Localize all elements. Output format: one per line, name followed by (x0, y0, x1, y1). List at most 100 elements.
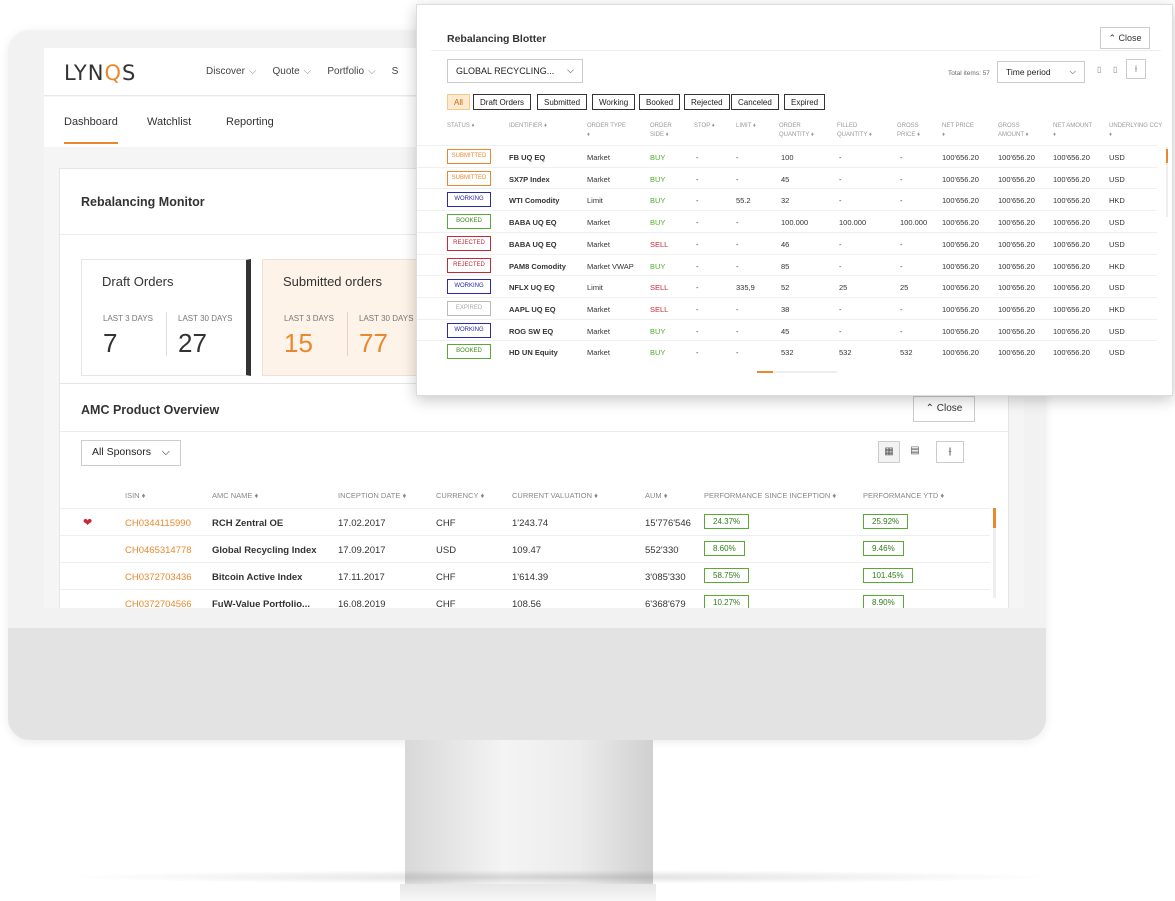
stop: - (696, 196, 699, 206)
table-row[interactable]: WORKING WTI Comodity Limit BUY - 55.2 32 - - 100'… (417, 188, 1157, 210)
nav-more[interactable]: S (392, 66, 399, 77)
horizontal-scrollbar[interactable] (757, 371, 837, 373)
filled-quantity: 100.000 (839, 218, 867, 228)
column-header[interactable]: ORDER SIDE ♦ (650, 122, 684, 140)
column-header[interactable]: ORDER TYPE ♦ (587, 122, 627, 140)
nav-quote[interactable]: Quote ⌵ (273, 66, 312, 77)
product-select[interactable]: GLOBAL RECYCLING... ⌵ (447, 59, 583, 83)
table-row[interactable]: WORKING ROG SW EQ Market BUY - - 45 - - 100'656.2… (417, 318, 1157, 341)
column-header[interactable]: NET PRICE ♦ (942, 122, 976, 140)
table-row[interactable]: REJECTED BABA UQ EQ Market SELL - - 46 - - 100'65… (417, 231, 1157, 254)
stat-title: Submitted orders (283, 274, 382, 289)
list-view-icon[interactable]: ▤ (904, 441, 926, 463)
column-header[interactable]: IDENTIFIER ♦ (509, 122, 547, 131)
gross-price: 100.000 (900, 218, 928, 228)
chevron-down-icon: ⌵ (567, 65, 574, 75)
column-header[interactable]: CURRENCY ♦ (436, 491, 484, 500)
filter-submitted[interactable]: Submitted (537, 94, 588, 110)
nav-portfolio[interactable]: Portfolio ⌵ (327, 66, 375, 77)
tab-watchlist[interactable]: Watchlist (147, 116, 191, 128)
heart-icon[interactable]: ❤ (83, 516, 92, 529)
nav-discover[interactable]: Discover ⌵ (206, 66, 257, 77)
table-row[interactable]: SUBMITTED SX7P Index Market BUY - - 45 - - 100'65… (417, 166, 1157, 189)
order-quantity: 532 (781, 348, 794, 358)
filter-working[interactable]: Working (592, 94, 636, 110)
close-button[interactable]: ⌃ Close (1100, 27, 1150, 49)
stop: - (696, 218, 699, 228)
filter-booked[interactable]: Booked (639, 94, 681, 110)
amc-name: Bitcoin Active Index (212, 572, 303, 583)
monitor-chin (8, 628, 1046, 740)
table-row[interactable]: REJECTED PAM8 Comodity Market VWAP BUY - - 85 -… (417, 253, 1157, 276)
column-header[interactable]: CURRENT VALUATION ♦ (512, 491, 598, 500)
limit: - (736, 348, 739, 358)
net-price: 100'656.20 (942, 304, 979, 314)
filter-expired[interactable]: Expired (784, 94, 826, 110)
limit: - (736, 239, 739, 249)
stop: - (696, 304, 699, 314)
tab-reporting[interactable]: Reporting (226, 116, 274, 128)
column-header[interactable]: ISIN ♦ (125, 491, 146, 500)
table-row[interactable]: EXPIRED AAPL UQ EQ Market SELL - - 38 - - 100'656… (417, 296, 1157, 319)
column-header[interactable]: PERFORMANCE SINCE INCEPTION ♦ (704, 491, 836, 500)
filter-rejected[interactable]: Rejected (684, 94, 730, 110)
order-quantity: 100.000 (781, 218, 809, 228)
isin-link[interactable]: CH0372703436 (125, 572, 192, 583)
column-header[interactable]: INCEPTION DATE ♦ (338, 491, 406, 500)
draft-orders-box[interactable]: Draft Orders LAST 3 DAYS LAST 30 DAYS 7 … (81, 259, 251, 376)
net-amount: 100'656.20 (1053, 174, 1090, 184)
document-icon[interactable]: ▯ (1113, 65, 1117, 74)
table-row[interactable]: CH0465314778 Global Recycling Index 17.0… (60, 535, 990, 562)
document-icon[interactable]: ▯ (1097, 65, 1101, 74)
column-header[interactable]: STOP ♦ (694, 122, 715, 131)
column-header[interactable]: FILLED QUANTITY ♦ (837, 122, 883, 140)
time-period-select[interactable]: Time period ⌵ (997, 61, 1085, 83)
column-header[interactable]: LIMIT ♦ (736, 122, 756, 131)
identifier: AAPL UQ EQ (509, 304, 556, 314)
column-header[interactable]: STATUS ♦ (447, 122, 475, 131)
gross-amount: 100'656.20 (998, 261, 1035, 271)
net-amount: 100'656.20 (1053, 218, 1090, 228)
isin-link[interactable]: CH0465314778 (125, 545, 192, 556)
gross-amount: 100'656.20 (998, 283, 1035, 293)
settings-sliders-icon[interactable]: ⫲ (1126, 59, 1146, 79)
performance-badge: 24.37% (704, 514, 750, 529)
vertical-scrollbar[interactable] (1166, 147, 1168, 217)
filter-canceled[interactable]: Canceled (731, 94, 779, 110)
table-row[interactable]: SUBMITTED FB UQ EQ Market BUY - - 100 - - 100'656… (417, 145, 1157, 167)
grid-view-icon[interactable]: ▦ (878, 441, 900, 463)
inception-date: 17.02.2017 (338, 518, 386, 529)
stat-value: 7 (103, 328, 118, 358)
isin-link[interactable]: CH0372704566 (125, 599, 192, 608)
aum: 15'776'546 (645, 518, 691, 529)
column-header[interactable]: GROSS AMOUNT ♦ (998, 122, 1038, 140)
lynqs-logo[interactable]: LYNQS (64, 61, 136, 85)
table-row[interactable]: CH0372703436 Bitcoin Active Index 17.11.… (60, 562, 990, 589)
underlying-ccy: USD (1109, 239, 1125, 249)
column-header[interactable]: PERFORMANCE YTD ♦ (863, 491, 944, 500)
submitted-orders-box[interactable]: Submitted orders LAST 3 DAYS LAST 30 DAY… (262, 259, 432, 376)
column-header[interactable]: AMC NAME ♦ (212, 491, 258, 500)
table-row[interactable]: ❤ CH0344115990 RCH Zentral OE 17.02.2017… (60, 508, 990, 535)
filter-all[interactable]: All (447, 94, 470, 110)
filter-draft-orders[interactable]: Draft Orders (473, 94, 532, 110)
settings-sliders-icon[interactable]: ⫲ (936, 441, 964, 463)
table-row[interactable]: CH0372704566 FuW-Value Portfolio... 16.0… (60, 589, 990, 608)
table-row[interactable]: BOOKED HD UN Equity Market BUY - - 532 532 532 10… (417, 340, 1157, 362)
chevron-down-icon: ⌵ (248, 66, 257, 77)
column-header[interactable]: UNDERLYING CCY ♦ (1109, 122, 1163, 140)
scrollbar[interactable] (993, 508, 996, 528)
column-header[interactable]: ORDER QUANTITY ♦ (779, 122, 829, 140)
sponsor-select[interactable]: All Sponsors ⌵ (81, 440, 181, 466)
column-header[interactable]: GROSS PRICE ♦ (897, 122, 931, 140)
table-row[interactable]: BOOKED BABA UQ EQ Market BUY - - 100.000 100.00… (417, 210, 1157, 232)
isin-link[interactable]: CH0344115990 (125, 518, 191, 529)
identifier: BABA UQ EQ (509, 239, 557, 249)
close-button[interactable]: ⌃ Close (913, 396, 975, 422)
underlying-ccy: HKD (1109, 196, 1125, 206)
limit: - (736, 174, 739, 184)
column-header[interactable]: AUM ♦ (645, 491, 668, 500)
tab-dashboard[interactable]: Dashboard (64, 116, 118, 144)
table-row[interactable]: WORKING NFLX UQ EQ Limit SELL - 335,9 52 25 25 10… (417, 275, 1157, 297)
column-header[interactable]: NET AMOUNT ♦ (1053, 122, 1093, 140)
